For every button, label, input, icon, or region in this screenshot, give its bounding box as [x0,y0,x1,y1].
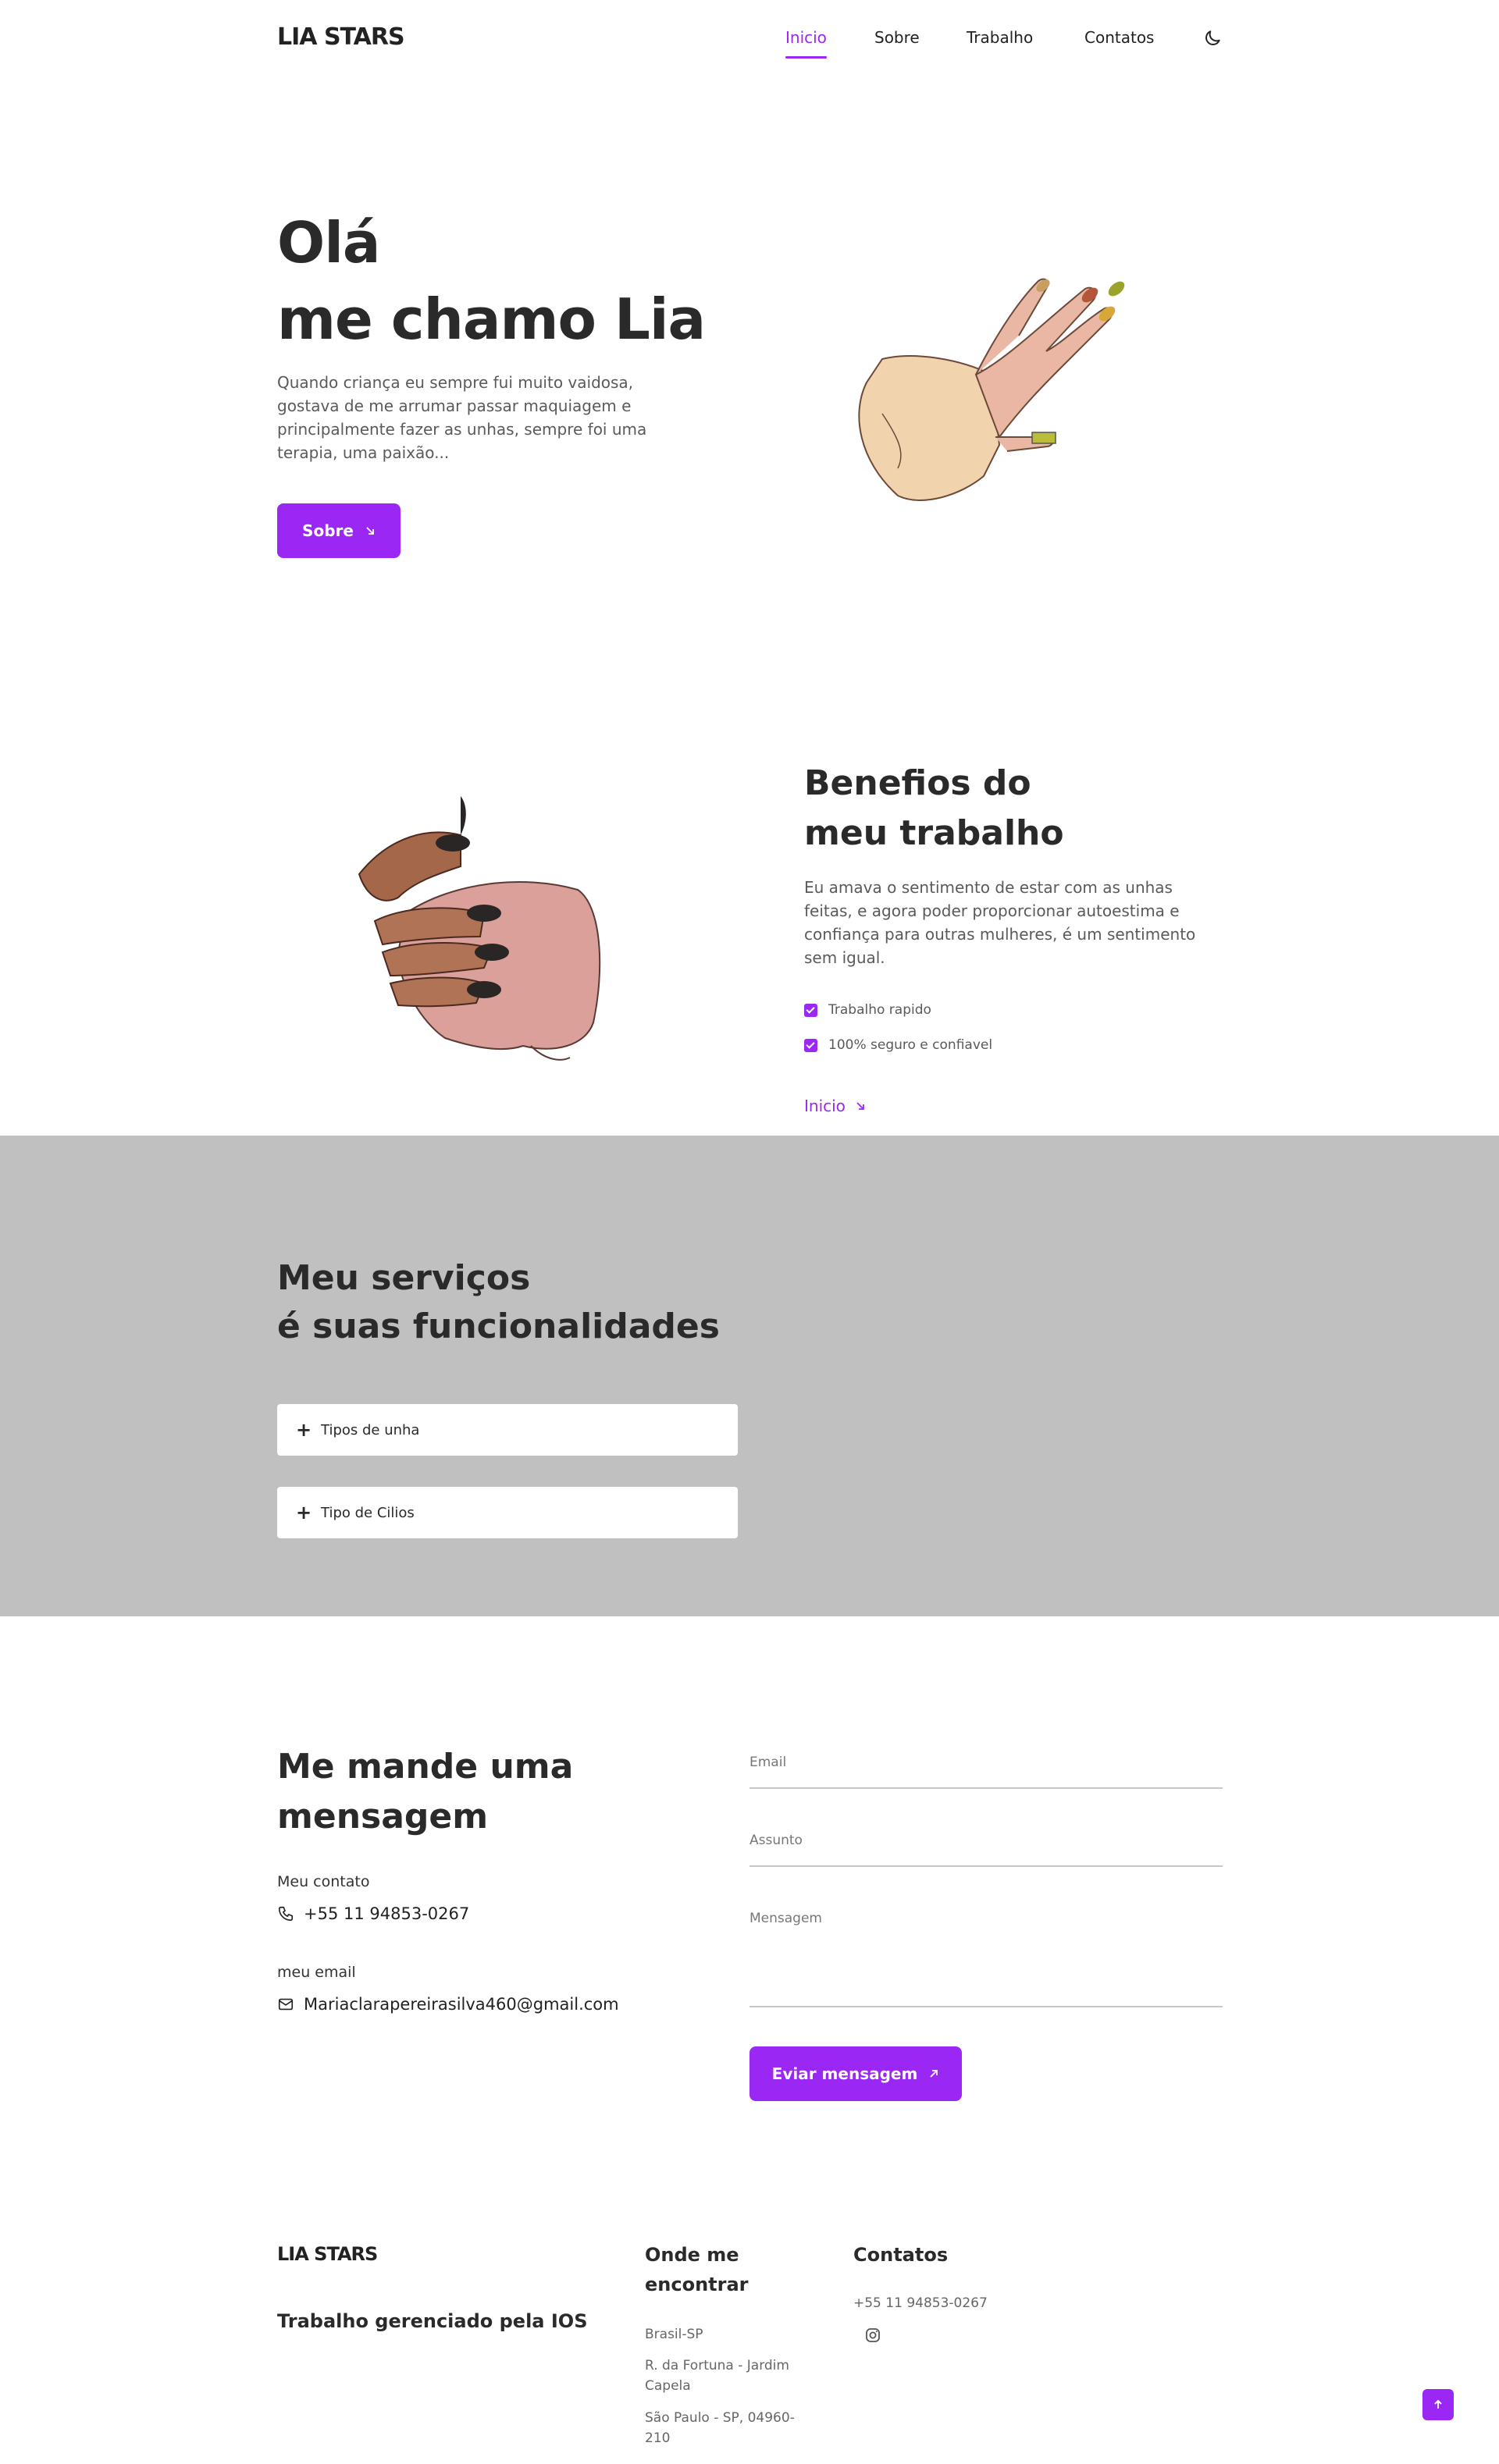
check-item-label: 100% seguro e confiavel [828,1037,993,1053]
check-item: 100% seguro e confiavel [804,1037,992,1053]
arrow-down-right-icon [856,1102,864,1110]
moon-icon[interactable] [1202,28,1223,48]
accordion-item-tipo-de-cilios[interactable]: + Tipo de Cilios [277,1487,738,1538]
benefits-description: Eu amava o sentimento de estar com as un… [804,878,1196,967]
accordion-item-tipos-de-unha[interactable]: + Tipos de unha [277,1404,738,1456]
email-label: meu email [277,1964,356,1981]
footer-logo: LIA STARS [277,2243,378,2265]
subject-field-placeholder: Assunto [750,1833,803,1848]
contact-title-line2: mensagem [277,1797,489,1836]
location-title: Onde me encontrar [645,2244,749,2295]
check-item-label: Trabalho rapido [828,1002,931,1018]
send-message-button[interactable]: Eviar mensagem [750,2046,962,2101]
services-title-line1: Meu serviços [277,1258,531,1298]
phone-icon [278,1906,294,1922]
nav-sobre[interactable]: Sobre [874,28,920,47]
message-field-placeholder: Mensagem [750,1911,822,1926]
scroll-top-button[interactable] [1422,2389,1454,2420]
nav-contatos[interactable]: Contatos [1084,28,1154,47]
benefits-title-line1: Benefios do [804,763,1031,803]
mail-icon [278,1998,294,2011]
email-address[interactable]: Mariaclarapereirasilva460@gmail.com [304,1995,619,2014]
services-section: Meu serviços é suas funcionalidades + Ti… [0,1136,1499,1616]
hand-illustration [858,278,1125,501]
inicio-link-label: Inicio [804,1097,846,1115]
sobre-button-label: Sobre [302,521,354,540]
services-title: Meu serviços é suas funcionalidades [277,1254,720,1351]
hero-title: Olá me chamo Lia [277,204,706,357]
phone-value: +55 11 94853-0267 [277,1904,469,1923]
contact-title-line1: Me mande uma [277,1747,574,1787]
plus-icon: + [296,1502,312,1524]
checkbox-icon [804,1003,817,1017]
accordion-label: Tipos de unha [321,1421,420,1438]
message-field[interactable]: Mensagem [750,1911,1223,2007]
nav-trabalho[interactable]: Trabalho [967,28,1033,47]
hero-description: Quando criança eu sempre fui muito vaido… [277,373,647,462]
services-title-line2: é suas funcionalidades [277,1307,720,1346]
arrow-up-right-icon [930,2070,938,2078]
location-line: Brasil-SP [645,2327,703,2342]
hero-title-line1: Olá [277,210,380,276]
email-value: Mariaclarapereirasilva460@gmail.com [277,1995,619,2014]
subject-field[interactable]: Assunto [750,1833,1223,1867]
nav-inicio[interactable]: Inicio [785,28,827,59]
location-line: R. da Fortuna - Jardim Capela [645,2358,789,2394]
arrow-down-right-icon [366,527,374,535]
email-field-placeholder: Email [750,1755,787,1770]
phone-label: Meu contato [277,1873,370,1890]
checkbox-icon [804,1038,817,1052]
instagram-icon[interactable] [863,2326,882,2345]
email-field[interactable]: Email [750,1755,1223,1789]
footer-subtitle: Trabalho gerenciado pela IOS [277,2310,588,2332]
check-item: Trabalho rapido [804,1002,931,1018]
contacts-phone: +55 11 94853-0267 [853,2295,988,2311]
phone-number: +55 11 94853-0267 [304,1904,470,1923]
accordion-label: Tipo de Cilios [321,1504,415,1521]
logo[interactable]: LIA STARS [277,23,405,51]
sobre-button[interactable]: Sobre [277,503,401,558]
hero-title-line2: me chamo Lia [277,286,706,352]
benefits-title: Benefios do meu trabalho [804,759,1064,859]
inicio-link[interactable]: Inicio [804,1097,866,1115]
arrow-up-icon [1434,2399,1442,2409]
header: LIA STARS Inicio Sobre Trabalho Contatos [0,0,1499,78]
hand-dark-nails-illustration [358,796,601,1061]
benefits-title-line2: meu trabalho [804,813,1064,853]
location-line: São Paulo - SP, 04960-210 [645,2410,795,2446]
plus-icon: + [296,1419,312,1441]
send-message-button-label: Eviar mensagem [771,2064,918,2083]
contact-title: Me mande uma mensagem [277,1742,573,1842]
contacts-title: Contatos [853,2244,949,2266]
